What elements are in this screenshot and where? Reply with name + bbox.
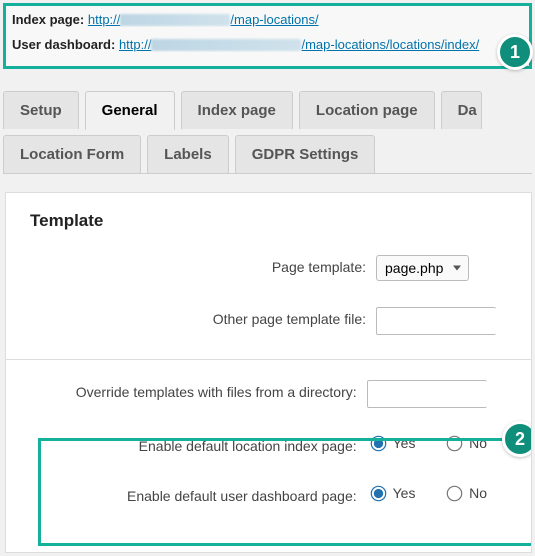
page-template-select[interactable]: page.php: [376, 255, 469, 281]
tab-general[interactable]: General: [85, 91, 175, 130]
other-template-input[interactable]: [376, 307, 496, 335]
tab-location-form[interactable]: Location Form: [3, 135, 141, 173]
callout-badge-1: 1: [497, 34, 533, 70]
callout-badge-2: 2: [502, 421, 532, 457]
tab-labels[interactable]: Labels: [147, 135, 229, 173]
enable-index-yes[interactable]: Yes: [367, 435, 416, 451]
template-panel: Template Page template: page.php Other p…: [5, 192, 532, 553]
tab-setup[interactable]: Setup: [3, 91, 79, 129]
override-templates-label: Override templates with files from a dir…: [26, 374, 367, 428]
enable-dashboard-label: Enable default user dashboard page:: [26, 478, 367, 528]
index-page-link[interactable]: http:///map-locations/: [88, 12, 319, 27]
tab-gdpr-settings[interactable]: GDPR Settings: [235, 135, 376, 173]
dashboard-label: User dashboard:: [12, 37, 115, 52]
divider: [6, 359, 531, 360]
blurred-domain: [151, 39, 301, 51]
blurred-domain: [120, 14, 230, 26]
tab-partial[interactable]: Da: [441, 91, 482, 129]
enable-index-label: Enable default location index page:: [26, 428, 367, 478]
index-label: Index page:: [12, 12, 84, 27]
tab-index-page[interactable]: Index page: [181, 91, 293, 129]
enable-dashboard-no-radio[interactable]: [447, 486, 463, 502]
settings-tabs: Setup General Index page Location page D…: [3, 91, 532, 174]
enable-dashboard-yes[interactable]: Yes: [367, 485, 416, 501]
enable-index-no[interactable]: No: [443, 435, 487, 451]
tab-location-page[interactable]: Location page: [299, 91, 435, 129]
enable-index-yes-radio[interactable]: [370, 436, 386, 452]
page-template-label: Page template:: [26, 249, 376, 301]
user-dashboard-url-row: User dashboard: http:///map-locations/lo…: [12, 37, 523, 52]
section-title: Template: [30, 211, 511, 231]
other-template-label: Other page template file:: [26, 301, 376, 355]
enable-dashboard-yes-radio[interactable]: [370, 486, 386, 502]
enable-dashboard-no[interactable]: No: [443, 485, 487, 501]
index-page-url-row: Index page: http:///map-locations/: [12, 12, 523, 27]
page-urls-box: Index page: http:///map-locations/ User …: [3, 3, 532, 69]
user-dashboard-link[interactable]: http:///map-locations/locations/index/: [119, 37, 479, 52]
override-templates-input[interactable]: [367, 380, 487, 408]
enable-index-no-radio[interactable]: [447, 436, 463, 452]
